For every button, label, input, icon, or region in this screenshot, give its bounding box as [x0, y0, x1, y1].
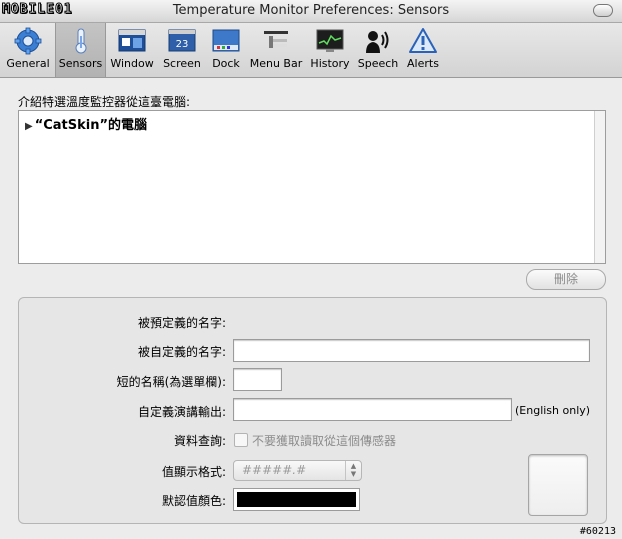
- tab-speech-label: Speech: [357, 57, 399, 70]
- tree-scrollbar[interactable]: [594, 111, 605, 263]
- tab-general[interactable]: General: [4, 23, 52, 77]
- window-title: Temperature Monitor Preferences: Sensors: [172, 3, 450, 18]
- title-bar: MOBILE01 Temperature Monitor Preferences…: [0, 0, 622, 23]
- tab-screen-label: Screen: [163, 57, 201, 70]
- tab-window[interactable]: Window: [108, 23, 156, 77]
- tab-dock-label: Dock: [212, 57, 240, 70]
- tab-menu-bar[interactable]: Menu Bar: [248, 23, 304, 77]
- corner-tag: #60213: [579, 526, 616, 537]
- custom-name-label: 被自定義的名字:: [137, 345, 226, 359]
- window-icon: [118, 29, 146, 52]
- gear-icon: [14, 27, 42, 55]
- tab-general-label: General: [6, 57, 50, 70]
- skip-sensor-checkbox-label[interactable]: 不要獲取讀取從這個傳感器: [252, 432, 396, 449]
- skip-sensor-checkbox[interactable]: [234, 433, 248, 447]
- predefined-name-label: 被預定義的名字:: [137, 316, 226, 330]
- sensor-tree[interactable]: ▶ “CatSkin”的電腦: [18, 110, 606, 264]
- menubar-icon: [264, 31, 288, 48]
- format-popup[interactable]: #####.# ▲ ▼: [233, 460, 362, 481]
- tab-alerts[interactable]: Alerts: [404, 23, 442, 77]
- default-color-label: 默認值顏色:: [161, 494, 226, 508]
- thermometer-icon: [75, 28, 86, 54]
- tree-item-computer[interactable]: ▶ “CatSkin”的電腦: [25, 114, 147, 133]
- speech-icon: [366, 31, 389, 53]
- tab-sensors-label: Sensors: [58, 57, 103, 70]
- toolbar: General Sensors Window 23 Screen Dock Me…: [0, 23, 622, 78]
- english-only-hint: (English only): [515, 404, 591, 417]
- alert-icon: [409, 28, 437, 53]
- tab-alerts-label: Alerts: [407, 57, 439, 70]
- format-popup-value: #####.#: [242, 463, 307, 477]
- history-icon: [316, 29, 344, 52]
- popup-arrows-icon: ▲ ▼: [345, 461, 361, 480]
- speech-output-field[interactable]: [233, 398, 512, 421]
- sensor-preview-box: [528, 454, 588, 516]
- tab-sensors[interactable]: Sensors: [55, 23, 106, 77]
- tab-dock[interactable]: Dock: [207, 23, 245, 77]
- format-label: 值顯示格式:: [161, 465, 226, 479]
- tab-screen[interactable]: 23 Screen: [160, 23, 204, 77]
- short-name-field[interactable]: [233, 368, 282, 391]
- dock-icon: [212, 29, 240, 52]
- screen-icon: 23: [168, 29, 196, 52]
- screen-icon-badge: 23: [176, 39, 189, 50]
- disclosure-triangle-icon[interactable]: ▶: [25, 121, 33, 132]
- color-swatch: [237, 492, 356, 507]
- tab-window-label: Window: [110, 57, 154, 70]
- sensors-section-label: 介紹特選溫度監控器從這臺電腦:: [18, 95, 191, 109]
- custom-name-field[interactable]: [233, 339, 590, 362]
- toolbar-toggle-button[interactable]: [593, 4, 613, 17]
- tab-history[interactable]: History: [307, 23, 353, 77]
- tab-speech[interactable]: Speech: [356, 23, 400, 77]
- short-name-label: 短的名稱(為選單欄):: [116, 375, 226, 389]
- default-color-well[interactable]: [233, 488, 360, 511]
- tab-menu-bar-label: Menu Bar: [249, 57, 303, 70]
- speech-output-label: 自定義演講輸出:: [137, 405, 226, 419]
- query-label: 資料查詢:: [173, 434, 226, 448]
- tree-item-label: “CatSkin”的電腦: [34, 118, 148, 133]
- delete-button[interactable]: 刪除: [526, 269, 606, 290]
- tab-history-label: History: [310, 57, 350, 70]
